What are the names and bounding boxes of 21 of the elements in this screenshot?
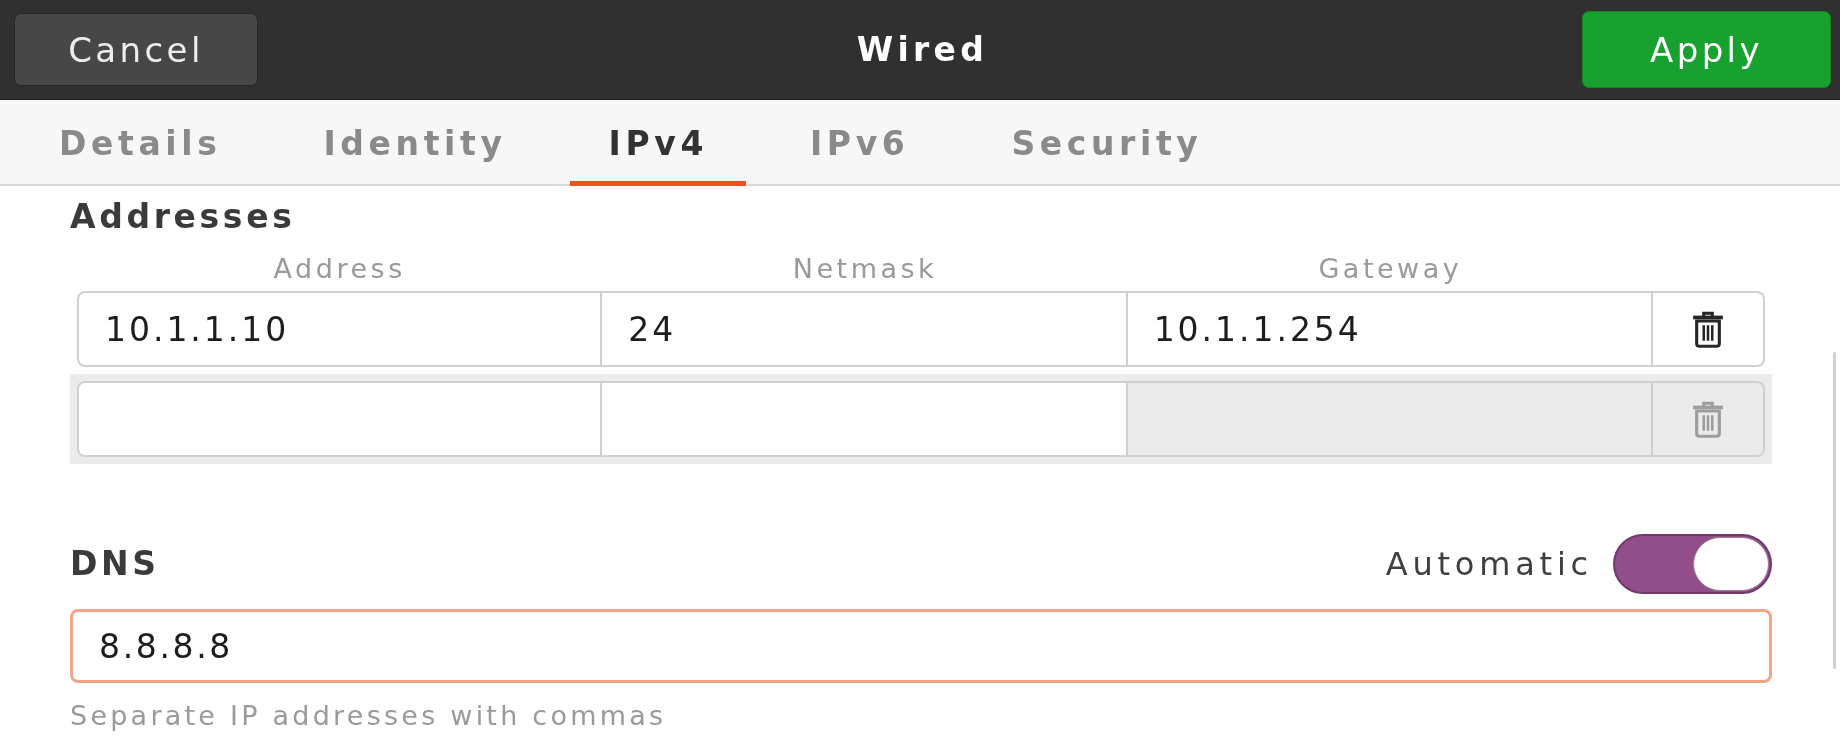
cancel-button[interactable]: Cancel [14,13,258,86]
column-header: Netmask [792,253,938,285]
gateway-field[interactable]: 10.1.1.254 [1127,291,1653,367]
column-header: Gateway [1318,253,1463,285]
hint-text: Separate IP addresses with commas [70,699,668,733]
tab[interactable]: IPv4 [569,100,746,186]
window-title: Wired [856,30,989,69]
automatic-label: Automatic [1385,545,1593,583]
automatic-switch[interactable] [1613,534,1772,594]
trash-icon [1691,400,1725,438]
dns-field[interactable]: 8.8.8.8 [70,609,1772,683]
trash-icon [1691,310,1725,348]
netmask-field[interactable]: 24 [602,291,1128,367]
address-field[interactable] [77,381,603,457]
section-heading: DNS [70,544,160,584]
section-heading: Addresses [70,197,297,237]
netmask-field[interactable] [602,381,1128,457]
address-field[interactable]: 10.1.1.10 [77,291,603,367]
scrollbar[interactable] [1833,352,1836,669]
delete-button[interactable] [1653,291,1765,367]
column-header: Address [273,253,406,285]
